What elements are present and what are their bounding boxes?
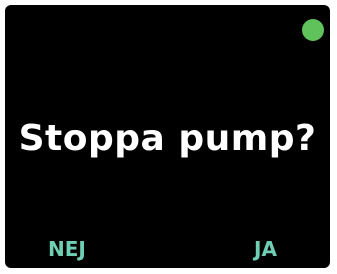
yes-button[interactable]: JA: [254, 237, 277, 261]
device-screen: Stoppa pump? NEJ JA: [5, 5, 330, 268]
stop-pump-prompt: Stoppa pump?: [18, 118, 317, 159]
status-indicator-icon: [302, 19, 324, 41]
no-button[interactable]: NEJ: [48, 237, 86, 261]
